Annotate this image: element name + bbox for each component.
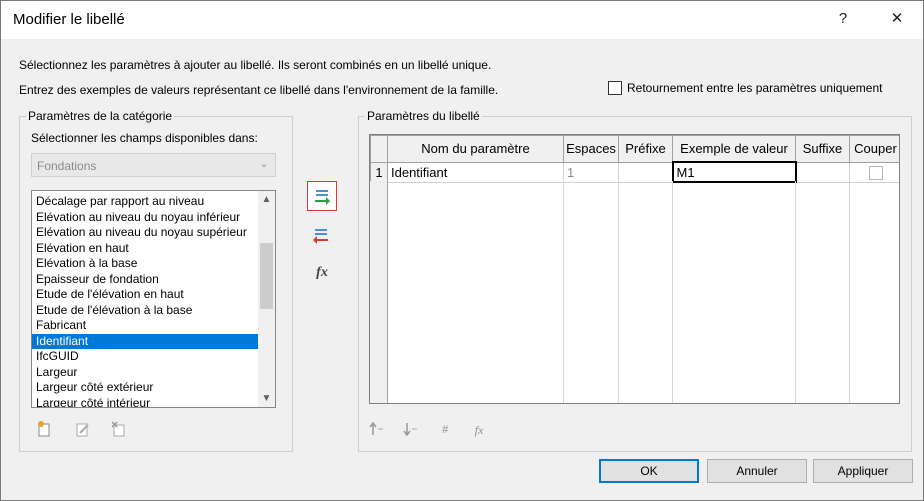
column-header: Exemple de valeur [672, 135, 796, 163]
list-item[interactable]: Largeur côté intérieur [32, 396, 275, 408]
break-cell[interactable] [849, 161, 899, 183]
close-button[interactable]: ✕ [883, 7, 911, 31]
scroll-up-icon[interactable]: ▲ [258, 191, 275, 208]
list-item[interactable]: Décalage par rapport au niveau [32, 194, 275, 210]
column-header: Nom du paramètre [387, 135, 564, 163]
row-header-column [370, 181, 388, 403]
list-item[interactable]: Largeur côté extérieur [32, 380, 275, 396]
column-divider [563, 181, 564, 403]
column-divider [618, 181, 619, 403]
column-divider [849, 181, 850, 403]
column-header: Couper [849, 135, 899, 163]
list-item[interactable]: Largeur [32, 365, 275, 381]
parameter-name-cell[interactable]: Identifiant [387, 161, 564, 183]
add-parameter-button[interactable] [307, 181, 337, 211]
list-item[interactable]: Elévation à la base [32, 256, 275, 272]
column-header: Suffixe [795, 135, 850, 163]
available-parameters-list[interactable]: Décalage par rapport au niveau Elévation… [31, 190, 276, 408]
remove-parameter-button[interactable] [307, 223, 337, 253]
scroll-down-icon[interactable]: ▼ [258, 390, 275, 407]
fx-edit-icon[interactable]: fx [469, 420, 489, 440]
list-scrollbar[interactable]: ▲ ▼ [258, 191, 275, 407]
column-header: Préfixe [618, 135, 673, 163]
list-item[interactable]: Elévation au niveau du noyau inférieur [32, 210, 275, 226]
suffix-cell[interactable] [795, 161, 850, 183]
wrap-option[interactable]: Retournement entre les paramètres unique… [608, 81, 882, 95]
list-item[interactable]: Epaisseur de fondation [32, 272, 275, 288]
fx-formula-icon: fx [316, 265, 328, 280]
row-header-corner [370, 135, 388, 163]
column-divider [672, 181, 673, 403]
ok-button[interactable]: OK [599, 459, 699, 483]
list-item[interactable]: Fabricant [32, 318, 275, 334]
move-up-icon[interactable] [367, 420, 387, 440]
number-format-icon[interactable]: # [435, 420, 455, 440]
instruction-line-1: Sélectionnez les paramètres à ajouter au… [19, 58, 492, 72]
list-item[interactable]: Etude de l'élévation en haut [32, 287, 275, 303]
list-item-selected[interactable]: Identifiant [32, 333, 275, 349]
fx-formula-button[interactable]: fx [307, 259, 337, 289]
row-number: 1 [370, 161, 388, 183]
sample-value-cell[interactable]: M1 [671, 161, 797, 183]
new-parameter-icon[interactable] [35, 420, 55, 440]
table-row[interactable]: 1 Identifiant 1 M1 [370, 161, 899, 183]
prefix-cell[interactable] [618, 161, 673, 183]
chevron-down-icon: ⌄ [258, 156, 269, 170]
list-item[interactable]: Elévation en haut [32, 241, 275, 257]
scroll-thumb[interactable] [260, 243, 273, 309]
help-button[interactable]: ? [829, 7, 857, 31]
category-dropdown[interactable]: Fondations ⌄ [31, 153, 276, 177]
delete-parameter-icon[interactable] [109, 420, 129, 440]
column-header: Espaces [563, 135, 619, 163]
title-bar: Modifier le libellé ? ✕ [1, 1, 923, 39]
column-divider [795, 181, 796, 403]
add-parameter-icon [315, 190, 330, 205]
label-parameters-grid[interactable]: Nom du paramètre Espaces Préfixe Exemple… [369, 134, 900, 404]
edit-label-dialog: Modifier le libellé ? ✕ Sélectionnez les… [0, 0, 924, 501]
wrap-checkbox[interactable] [608, 81, 622, 95]
apply-button[interactable]: Appliquer [813, 459, 913, 483]
dialog-title: Modifier le libellé [13, 11, 125, 28]
select-fields-label: Sélectionner les champs disponibles dans… [31, 131, 258, 145]
break-checkbox[interactable] [868, 165, 883, 180]
move-down-icon[interactable] [401, 420, 421, 440]
label-parameters-title: Paramètres du libellé [365, 109, 482, 123]
spaces-cell[interactable]: 1 [563, 161, 619, 183]
instruction-line-2: Entrez des exemples de valeurs représent… [19, 83, 499, 97]
wrap-checkbox-label: Retournement entre les paramètres unique… [627, 81, 883, 95]
list-item[interactable]: Etude de l'élévation à la base [32, 303, 275, 319]
list-item[interactable]: IfcGUID [32, 349, 275, 365]
list-item[interactable]: Elévation au niveau du noyau supérieur [32, 225, 275, 241]
category-parameters-title: Paramètres de la catégorie [26, 109, 175, 123]
cancel-button[interactable]: Annuler [707, 459, 807, 483]
remove-parameter-icon [313, 229, 328, 244]
edit-parameter-icon[interactable] [73, 420, 93, 440]
category-dropdown-value: Fondations [37, 159, 97, 173]
